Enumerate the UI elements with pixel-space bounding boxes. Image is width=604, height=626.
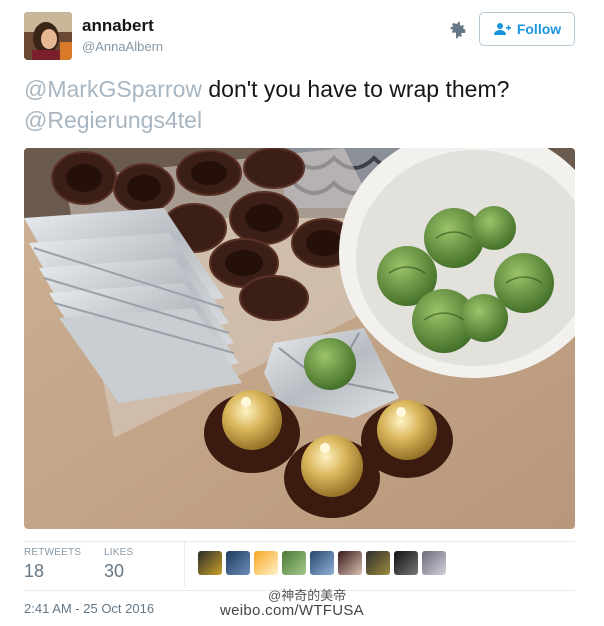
liker-avatar[interactable] — [310, 551, 334, 575]
liker-avatar[interactable] — [282, 551, 306, 575]
watermark-url: weibo.com/WTFUSA — [220, 602, 364, 619]
tweet-card: annabert @AnnaAlbern Follow @MarkGSparro… — [0, 0, 604, 626]
avatar[interactable] — [24, 12, 72, 60]
tweet-body: don't you have to wrap them? — [202, 76, 510, 102]
liker-avatar[interactable] — [226, 551, 250, 575]
stats-separator — [184, 542, 185, 586]
tweet-text: @MarkGSparrow don't you have to wrap the… — [24, 74, 584, 136]
mention-link[interactable]: @Regierungs4tel — [24, 107, 202, 133]
mention-link[interactable]: @MarkGSparrow — [24, 76, 202, 102]
liker-avatar[interactable] — [254, 551, 278, 575]
divider — [24, 541, 575, 542]
user-handle[interactable]: @AnnaAlbern — [82, 39, 163, 54]
retweets-count[interactable]: 18 — [24, 561, 44, 582]
retweets-label[interactable]: RETWEETS — [24, 547, 81, 558]
liker-avatars — [198, 551, 446, 575]
tweet-timestamp[interactable]: 2:41 AM - 25 Oct 2016 — [24, 601, 154, 616]
likes-count[interactable]: 30 — [104, 561, 124, 582]
likes-label[interactable]: LIKES — [104, 547, 133, 558]
liker-avatar[interactable] — [422, 551, 446, 575]
follow-person-plus-icon — [493, 23, 511, 35]
tweet-photo[interactable] — [24, 148, 575, 529]
follow-button[interactable]: Follow — [479, 12, 575, 46]
follow-label: Follow — [516, 21, 562, 37]
gear-icon[interactable] — [446, 19, 468, 41]
liker-avatar[interactable] — [338, 551, 362, 575]
liker-avatar[interactable] — [198, 551, 222, 575]
liker-avatar[interactable] — [394, 551, 418, 575]
liker-avatar[interactable] — [366, 551, 390, 575]
display-name[interactable]: annabert — [82, 16, 154, 36]
